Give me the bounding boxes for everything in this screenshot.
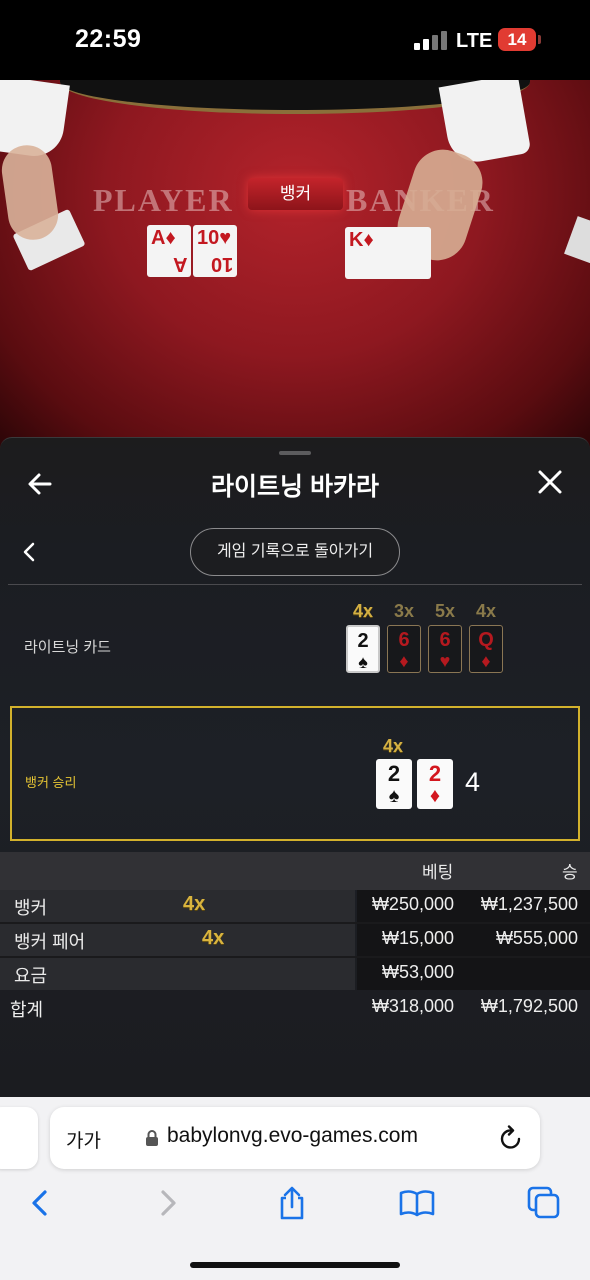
lightning-card: 6 ♥ bbox=[428, 625, 462, 673]
total-payout: ₩1,792,500 bbox=[480, 996, 578, 1016]
back-icon[interactable] bbox=[22, 1185, 58, 1221]
status-time: 22:59 bbox=[75, 25, 142, 53]
lightning-cards-label: 라이트닝 카드 bbox=[24, 639, 111, 656]
bet-amount: ₩250,000 bbox=[371, 894, 454, 914]
total-label: 합계 bbox=[10, 1000, 44, 1020]
bet-label: 요금 bbox=[14, 966, 48, 986]
address-bar[interactable]: 가가 babylonvg.evo-games.com bbox=[50, 1107, 540, 1169]
lightning-card: 6 ♦ bbox=[387, 625, 421, 673]
banker-score: 4 bbox=[465, 767, 481, 797]
result-multiplier: 4x bbox=[382, 736, 404, 756]
share-icon[interactable] bbox=[274, 1185, 310, 1221]
browser-toolbar: 가가 babylonvg.evo-games.com bbox=[0, 1097, 590, 1280]
lightning-multiplier: 5x bbox=[434, 601, 456, 621]
tabs-icon[interactable] bbox=[526, 1185, 562, 1221]
lock-icon bbox=[146, 1130, 158, 1146]
winning-hand-box bbox=[10, 706, 580, 841]
banker-win-label: 뱅커 승리 bbox=[25, 775, 77, 790]
cellular-signal-icon bbox=[414, 30, 448, 50]
column-header-win: 승 bbox=[562, 863, 578, 882]
dealer-hand-left bbox=[0, 141, 62, 244]
url-text[interactable]: babylonvg.evo-games.com bbox=[167, 1124, 418, 1148]
live-video: PLAYER BANKER 뱅커 A♦ A 10♥ 10 K♦ bbox=[0, 80, 590, 450]
forward-icon[interactable] bbox=[150, 1185, 186, 1221]
felt-player-label: PLAYER bbox=[93, 182, 234, 218]
table-row: 뱅커 4x ₩250,000 ₩1,237,500 bbox=[0, 890, 590, 922]
home-indicator bbox=[190, 1262, 400, 1268]
player-card-1: A♦ A bbox=[147, 225, 191, 277]
player-card-2: 10♥ 10 bbox=[193, 225, 237, 277]
column-header-bet: 베팅 bbox=[422, 863, 454, 882]
network-type: LTE bbox=[456, 30, 493, 52]
bets-table-header bbox=[0, 852, 590, 890]
divider bbox=[8, 584, 582, 585]
panel-title: 라이트닝 바카라 bbox=[211, 473, 379, 501]
text-size-button[interactable]: 가가 bbox=[66, 1126, 101, 1153]
bet-label: 뱅커 bbox=[14, 898, 48, 918]
table-row: 요금 ₩53,000 bbox=[0, 958, 590, 990]
lightning-multiplier: 4x bbox=[475, 601, 497, 621]
total-row: 합계 ₩318,000 ₩1,792,500 bbox=[0, 990, 590, 1024]
bet-multiplier: 4x bbox=[202, 927, 225, 949]
discard-edge bbox=[564, 216, 590, 264]
status-bar: 22:59 LTE 14 bbox=[0, 0, 590, 80]
bet-amount: ₩53,000 bbox=[381, 962, 454, 982]
battery-tip bbox=[538, 35, 541, 44]
total-amount: ₩318,000 bbox=[371, 996, 454, 1016]
bet-payout: ₩555,000 bbox=[495, 928, 578, 948]
result-banner: 뱅커 bbox=[248, 178, 343, 210]
bet-payout: ₩1,237,500 bbox=[480, 894, 578, 914]
bet-multiplier: 4x bbox=[183, 893, 206, 915]
previous-tab[interactable] bbox=[0, 1107, 38, 1169]
close-icon[interactable] bbox=[536, 468, 564, 496]
chevron-left-icon[interactable] bbox=[20, 541, 40, 563]
sheet-handle[interactable] bbox=[279, 451, 311, 455]
battery-icon: 14 bbox=[498, 28, 536, 51]
lightning-card: 2 ♠ bbox=[346, 625, 380, 673]
bet-amount: ₩15,000 bbox=[381, 928, 454, 948]
lightning-multiplier: 3x bbox=[393, 601, 415, 621]
reload-icon[interactable] bbox=[498, 1124, 524, 1152]
lightning-multiplier: 4x bbox=[352, 601, 374, 621]
banker-card: 2 ♦ bbox=[417, 759, 453, 809]
lightning-card: Q ♦ bbox=[469, 625, 503, 673]
game-history-panel: 라이트닝 바카라 게임 기록으로 돌아가기 라이트닝 카드 4x 3x 5x 4… bbox=[0, 437, 590, 1098]
bookmarks-icon[interactable] bbox=[399, 1185, 435, 1221]
back-to-history-button[interactable]: 게임 기록으로 돌아가기 bbox=[190, 528, 400, 576]
banker-card: 2 ♠ bbox=[376, 759, 412, 809]
table-row: 뱅커 페어 4x ₩15,000 ₩555,000 bbox=[0, 924, 590, 956]
banker-card-1: K♦ bbox=[345, 227, 431, 279]
bet-label: 뱅커 페어 bbox=[14, 932, 86, 952]
